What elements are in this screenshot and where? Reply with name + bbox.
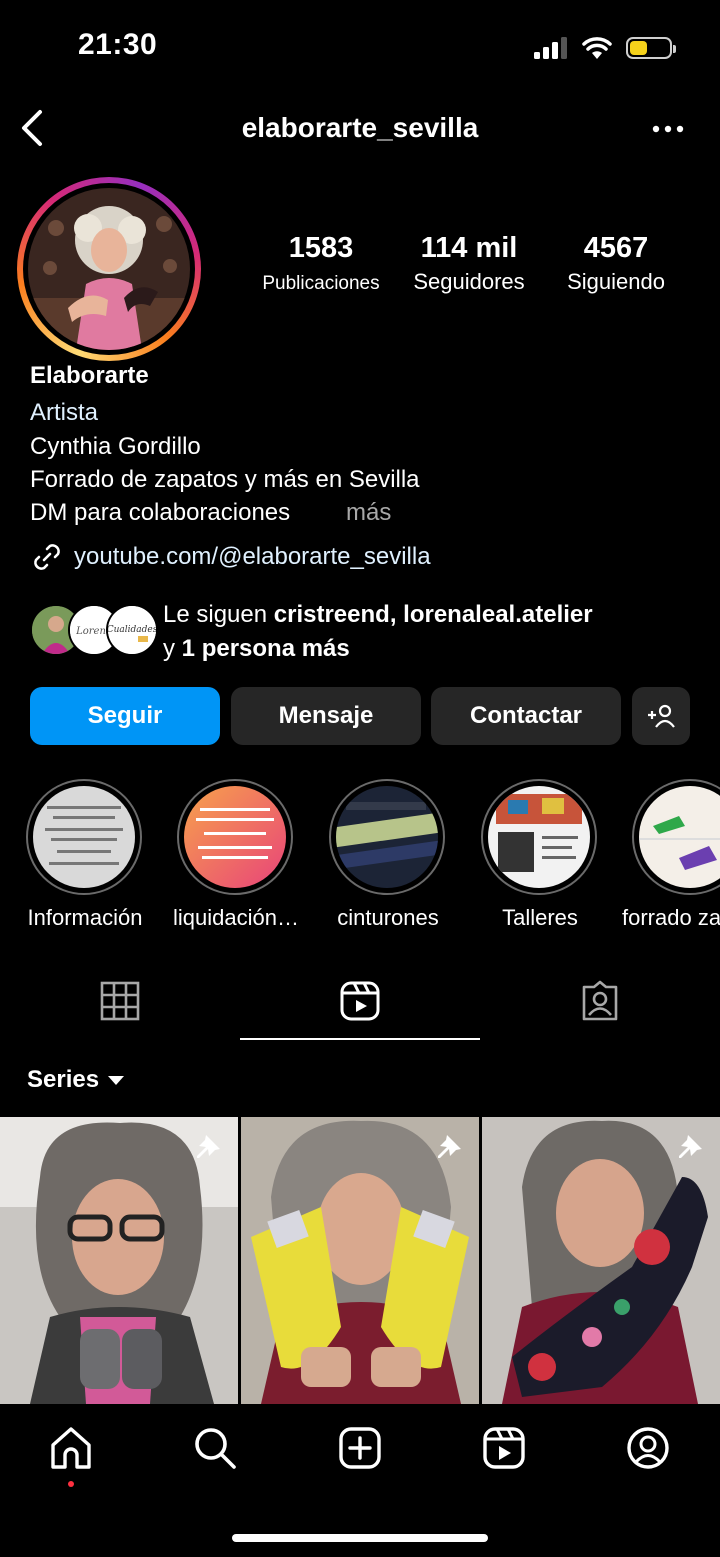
tagged-icon[interactable] bbox=[580, 980, 620, 1022]
battery-icon bbox=[626, 37, 676, 59]
display-name: Elaborarte bbox=[30, 362, 149, 389]
stat-posts: 1583 Publicaciones bbox=[250, 232, 392, 295]
stat-following[interactable]: 4567 Siguiendo bbox=[552, 232, 680, 295]
active-tab-indicator bbox=[240, 1038, 480, 1040]
followed-by-names: cristreend, lorenaleal.atelier bbox=[273, 601, 593, 628]
highlight-label: forrado za bbox=[622, 905, 720, 930]
highlight-talleres[interactable]: Talleres bbox=[481, 779, 599, 931]
profile-link[interactable]: youtube.com/@elaborarte_sevilla bbox=[30, 540, 431, 574]
highlight-cover bbox=[639, 786, 720, 888]
highlight-informacion[interactable]: Información bbox=[26, 779, 144, 931]
add-person-icon bbox=[648, 704, 675, 728]
posts-count: 1583 bbox=[288, 232, 354, 264]
highlight-forrado[interactable]: forrado za bbox=[622, 779, 720, 931]
highlight-label: Información bbox=[27, 905, 143, 930]
series-filter[interactable]: Series bbox=[27, 1066, 125, 1094]
highlight-cover bbox=[488, 786, 590, 888]
profile-avatar[interactable] bbox=[17, 177, 201, 361]
avatar: Cualidades bbox=[106, 604, 158, 656]
notification-dot bbox=[68, 1481, 74, 1487]
search-icon[interactable] bbox=[192, 1425, 238, 1471]
profile-link-text: youtube.com/@elaborarte_sevilla bbox=[74, 543, 431, 570]
reels-icon[interactable] bbox=[340, 980, 380, 1022]
followed-by-line2-prefix: y bbox=[163, 635, 182, 662]
highlight-liquidacion[interactable]: liquidación… bbox=[173, 779, 299, 931]
signal-icon bbox=[534, 37, 567, 59]
wifi-icon bbox=[582, 37, 612, 59]
more-options-icon[interactable] bbox=[648, 112, 688, 146]
pin-icon bbox=[438, 1135, 461, 1158]
highlight-cover bbox=[33, 786, 135, 888]
mutual-followers-avatars[interactable]: Lorena Cualidades bbox=[30, 604, 158, 658]
bio-line: Forrado de zapatos y más en Sevilla bbox=[30, 466, 420, 493]
follow-button[interactable]: Seguir bbox=[30, 687, 220, 745]
following-count: 4567 bbox=[583, 232, 649, 264]
followers-count: 114 mil bbox=[420, 232, 518, 264]
svg-text:Cualidades: Cualidades bbox=[108, 625, 156, 635]
followed-by-prefix: Le siguen bbox=[163, 601, 274, 628]
link-icon bbox=[34, 544, 60, 570]
profile-icon[interactable] bbox=[625, 1425, 671, 1471]
bio-more-link[interactable]: más bbox=[346, 499, 391, 527]
followed-by-others: 1 persona más bbox=[181, 635, 350, 662]
following-label: Siguiendo bbox=[567, 269, 665, 294]
profile-username: elaborarte_sevilla bbox=[241, 112, 479, 143]
highlight-label: cinturones bbox=[337, 905, 439, 930]
avatar-image bbox=[28, 188, 190, 350]
highlight-label: liquidación… bbox=[173, 905, 299, 930]
pin-icon bbox=[679, 1135, 702, 1158]
home-indicator[interactable] bbox=[232, 1534, 488, 1542]
series-filter-label: Series bbox=[27, 1066, 100, 1093]
suggest-users-button[interactable] bbox=[632, 687, 690, 745]
posts-label: Publicaciones bbox=[262, 273, 380, 294]
create-icon[interactable] bbox=[337, 1425, 383, 1471]
reels-nav-icon[interactable] bbox=[481, 1425, 527, 1471]
reel-thumbnail[interactable] bbox=[0, 1117, 238, 1404]
highlight-cover bbox=[336, 786, 438, 888]
bio-line: Cynthia Gordillo bbox=[30, 433, 201, 460]
message-button[interactable]: Mensaje bbox=[231, 687, 421, 745]
home-icon[interactable] bbox=[48, 1425, 94, 1471]
grid-icon[interactable] bbox=[100, 980, 140, 1022]
highlight-label: Talleres bbox=[502, 905, 578, 930]
followers-label: Seguidores bbox=[413, 269, 525, 294]
pin-icon bbox=[197, 1135, 220, 1158]
caret-down-icon bbox=[108, 1076, 125, 1085]
highlight-cover bbox=[184, 786, 286, 888]
status-time: 21:30 bbox=[78, 28, 158, 61]
bio-line: DM para colaboraciones bbox=[30, 499, 291, 526]
status-icons bbox=[534, 34, 676, 62]
stat-followers[interactable]: 114 mil Seguidores bbox=[400, 232, 538, 295]
reel-thumbnail[interactable] bbox=[241, 1117, 479, 1404]
profile-category: Artista bbox=[30, 399, 99, 426]
reel-thumbnail[interactable] bbox=[482, 1117, 720, 1404]
contact-button[interactable]: Contactar bbox=[431, 687, 621, 745]
highlight-cinturones[interactable]: cinturones bbox=[329, 779, 447, 931]
followed-by-text[interactable]: Le siguen cristreend, lorenaleal.atelier… bbox=[163, 598, 593, 666]
